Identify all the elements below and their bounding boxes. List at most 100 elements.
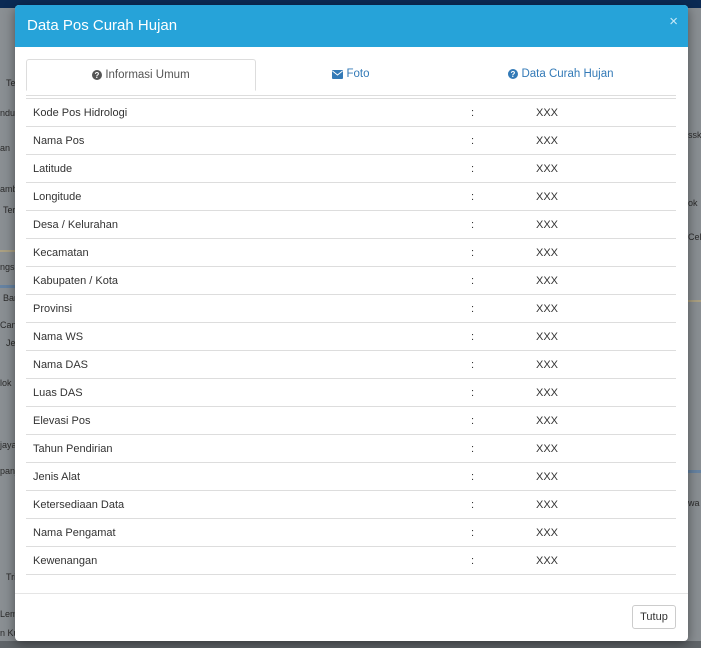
pos-detail-modal: Data Pos Curah Hujan × ? Informasi Umum … bbox=[15, 5, 688, 641]
table-row: Nama Pos: XXX bbox=[26, 127, 676, 155]
row-label: Kode Pos Hidrologi bbox=[33, 107, 128, 119]
table-row: Elevasi Pos: XXX bbox=[26, 407, 676, 435]
row-value: XXX bbox=[536, 275, 559, 287]
row-label: Kecamatan bbox=[33, 247, 89, 259]
row-value: XXX bbox=[536, 219, 559, 231]
tab-label: Foto bbox=[346, 68, 370, 80]
row-separator: : bbox=[471, 471, 475, 483]
table-row: Longitude: XXX bbox=[26, 183, 676, 211]
row-separator: : bbox=[471, 219, 475, 231]
row-separator: : bbox=[471, 499, 475, 511]
row-label: Ketersediaan Data bbox=[33, 499, 125, 511]
map-label: ndu bbox=[0, 108, 16, 118]
row-value: XXX bbox=[536, 331, 559, 343]
row-separator: : bbox=[471, 275, 475, 287]
modal-title: Data Pos Curah Hujan bbox=[27, 17, 178, 34]
row-value: XXX bbox=[536, 135, 559, 147]
map-label: ngs bbox=[0, 262, 15, 272]
tab-label: Informasi Umum bbox=[105, 69, 190, 81]
row-separator: : bbox=[471, 107, 475, 119]
row-separator: : bbox=[471, 415, 475, 427]
modal-header: Data Pos Curah Hujan × bbox=[15, 5, 688, 47]
table-row: Kode Pos Hidrologi: XXX bbox=[26, 98, 676, 127]
row-separator: : bbox=[471, 387, 475, 399]
question-circle-icon: ? bbox=[508, 69, 519, 79]
row-value: XXX bbox=[536, 527, 559, 539]
row-separator: : bbox=[471, 331, 475, 343]
table-row: Kecamatan: XXX bbox=[26, 239, 676, 267]
row-value: XXX bbox=[536, 471, 559, 483]
table-row: Luas DAS: XXX bbox=[26, 379, 676, 407]
tab-label: Data Curah Hujan bbox=[521, 68, 614, 80]
row-value: XXX bbox=[536, 443, 559, 455]
map-label: wa bbox=[688, 498, 700, 508]
tab-informasi-umum[interactable]: ? Informasi Umum bbox=[26, 59, 256, 91]
tab-bar: ? Informasi Umum Foto ? Data Curah Hujan bbox=[26, 59, 676, 96]
row-label: Nama Pos bbox=[33, 135, 85, 147]
row-value: XXX bbox=[536, 499, 559, 511]
map-bottom-bar bbox=[0, 641, 701, 648]
row-label: Tahun Pendirian bbox=[33, 443, 113, 455]
row-separator: : bbox=[471, 555, 475, 567]
table-row: Jenis Alat: XXX bbox=[26, 463, 676, 491]
row-label: Elevasi Pos bbox=[33, 415, 91, 427]
row-value: XXX bbox=[536, 359, 559, 371]
row-value: XXX bbox=[536, 107, 559, 119]
table-row: Desa / Kelurahan: XXX bbox=[26, 211, 676, 239]
table-row: Kewenangan: XXX bbox=[26, 547, 676, 575]
row-value: XXX bbox=[536, 387, 559, 399]
map-road bbox=[688, 300, 701, 302]
row-label: Nama DAS bbox=[33, 359, 89, 371]
row-value: XXX bbox=[536, 415, 559, 427]
row-label: Longitude bbox=[33, 191, 82, 203]
tab-foto[interactable]: Foto bbox=[271, 59, 431, 89]
svg-text:?: ? bbox=[95, 71, 100, 80]
table-row: Nama Pengamat: XXX bbox=[26, 519, 676, 547]
modal-footer: Tutup bbox=[15, 593, 688, 641]
row-label: Kabupaten / Kota bbox=[33, 275, 119, 287]
table-row: Ketersediaan Data: XXX bbox=[26, 491, 676, 519]
row-label: Jenis Alat bbox=[33, 471, 81, 483]
row-label: Nama Pengamat bbox=[33, 527, 116, 539]
table-row: Provinsi: XXX bbox=[26, 295, 676, 323]
map-label: lok bbox=[0, 378, 12, 388]
map-label: ok bbox=[688, 198, 698, 208]
row-label: Latitude bbox=[33, 163, 73, 175]
table-row: Nama DAS: XXX bbox=[26, 351, 676, 379]
row-separator: : bbox=[471, 359, 475, 371]
row-separator: : bbox=[471, 247, 475, 259]
svg-text:?: ? bbox=[511, 70, 516, 79]
row-value: XXX bbox=[536, 163, 559, 175]
row-label: Nama WS bbox=[33, 331, 84, 343]
row-separator: : bbox=[471, 163, 475, 175]
map-label: Cele bbox=[688, 232, 701, 242]
table-row: Nama WS: XXX bbox=[26, 323, 676, 351]
info-table: Kode Pos Hidrologi: XXX Nama Pos: XXX Latitu… bbox=[26, 98, 676, 575]
map-label: ssk bbox=[688, 130, 701, 140]
table-row: Latitude: XXX bbox=[26, 155, 676, 183]
map-river bbox=[0, 285, 15, 288]
close-icon[interactable]: × bbox=[669, 14, 678, 30]
row-label: Desa / Kelurahan bbox=[33, 219, 118, 231]
map-river bbox=[688, 470, 701, 473]
tutup-button[interactable]: Tutup bbox=[632, 605, 676, 629]
row-separator: : bbox=[471, 191, 475, 203]
row-separator: : bbox=[471, 443, 475, 455]
map-road bbox=[0, 250, 15, 252]
row-separator: : bbox=[471, 303, 475, 315]
question-circle-icon: ? bbox=[92, 70, 103, 80]
row-label: Kewenangan bbox=[33, 555, 98, 567]
row-value: XXX bbox=[536, 555, 559, 567]
envelope-icon bbox=[332, 69, 344, 79]
tab-data-curah-hujan[interactable]: ? Data Curah Hujan bbox=[451, 59, 671, 89]
table-row: Kabupaten / Kota: XXX bbox=[26, 267, 676, 295]
map-label: Ter bbox=[3, 205, 16, 215]
row-label: Luas DAS bbox=[33, 387, 83, 399]
row-separator: : bbox=[471, 527, 475, 539]
map-label: an bbox=[0, 143, 11, 153]
row-label: Provinsi bbox=[33, 303, 73, 315]
row-separator: : bbox=[471, 135, 475, 147]
row-value: XXX bbox=[536, 191, 559, 203]
row-value: XXX bbox=[536, 247, 559, 259]
row-value: XXX bbox=[536, 303, 559, 315]
